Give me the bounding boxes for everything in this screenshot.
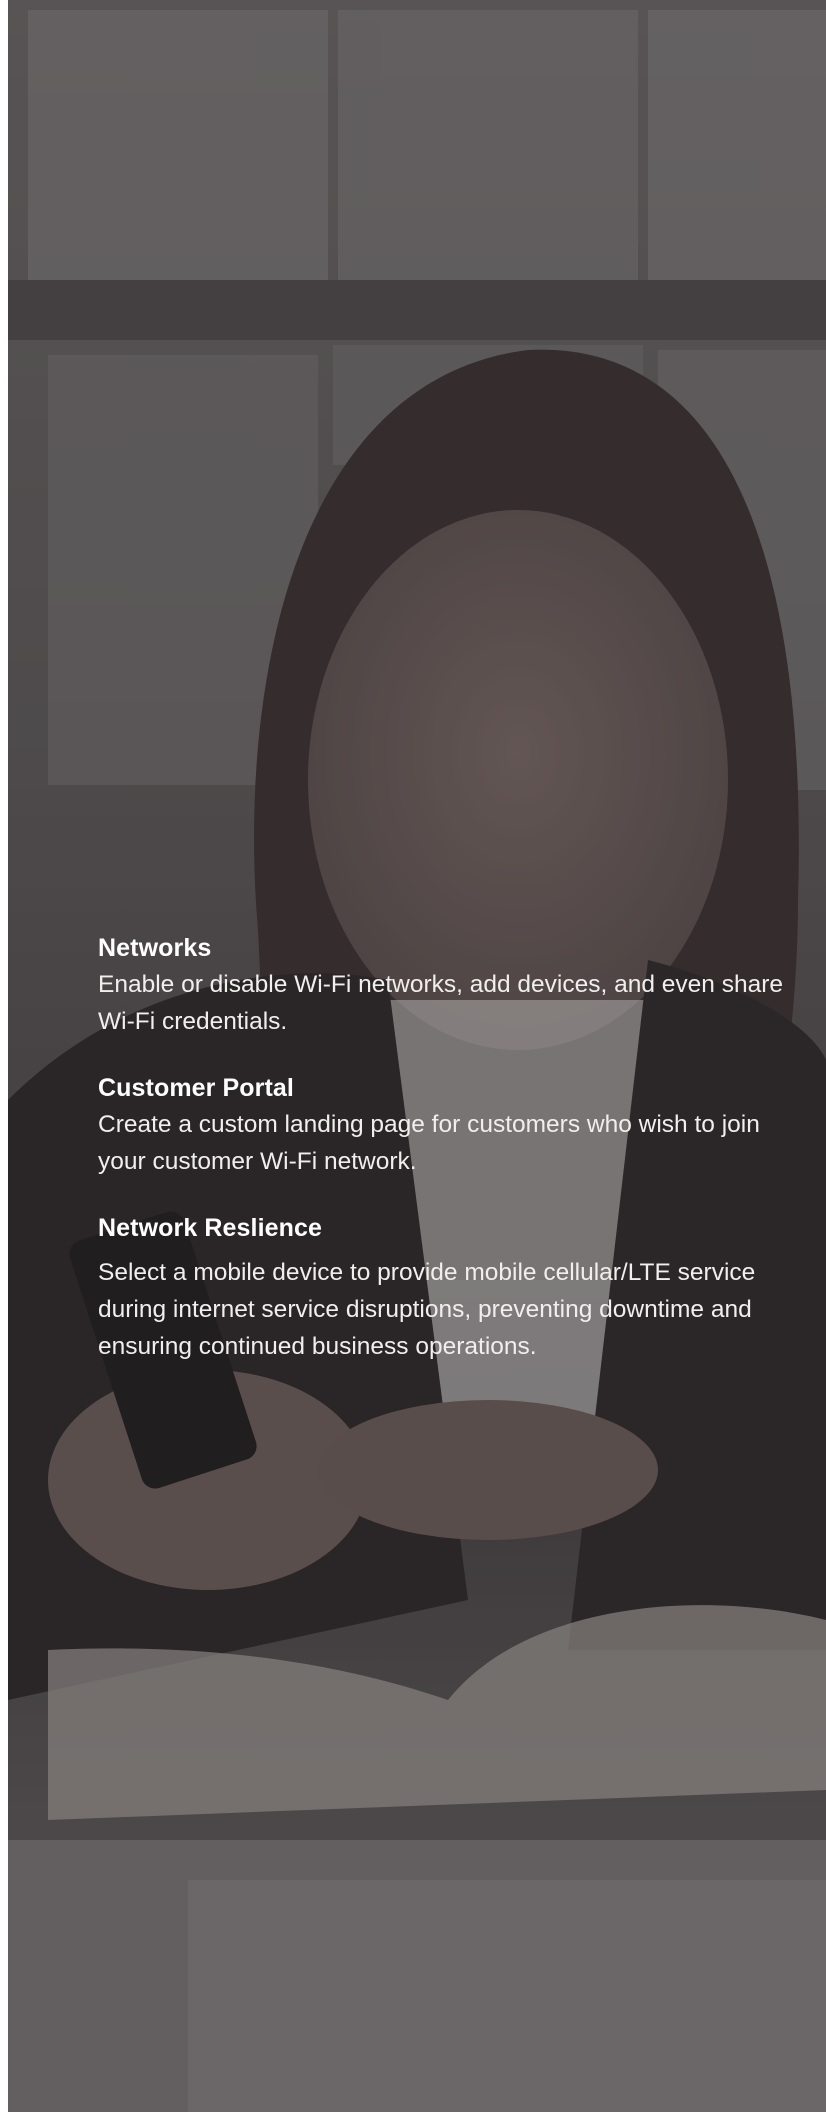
feature-customer-portal: Customer Portal Create a custom landing … (98, 1070, 798, 1180)
features-list: Networks Enable or disable Wi-Fi network… (98, 930, 798, 1395)
feature-description: Enable or disable Wi-Fi networks, add de… (98, 971, 783, 1035)
hero-background: Networks Enable or disable Wi-Fi network… (8, 0, 826, 2112)
feature-description: Select a mobile device to provide mobile… (98, 1259, 756, 1360)
feature-title: Networks (98, 934, 212, 962)
feature-networks: Networks Enable or disable Wi-Fi network… (98, 930, 798, 1040)
feature-description: Create a custom landing page for custome… (98, 1111, 760, 1175)
feature-title: Customer Portal (98, 1074, 294, 1102)
feature-title: Network Reslience (98, 1214, 323, 1242)
feature-network-resilience: Network Reslience Select a mobile device… (98, 1210, 798, 1365)
